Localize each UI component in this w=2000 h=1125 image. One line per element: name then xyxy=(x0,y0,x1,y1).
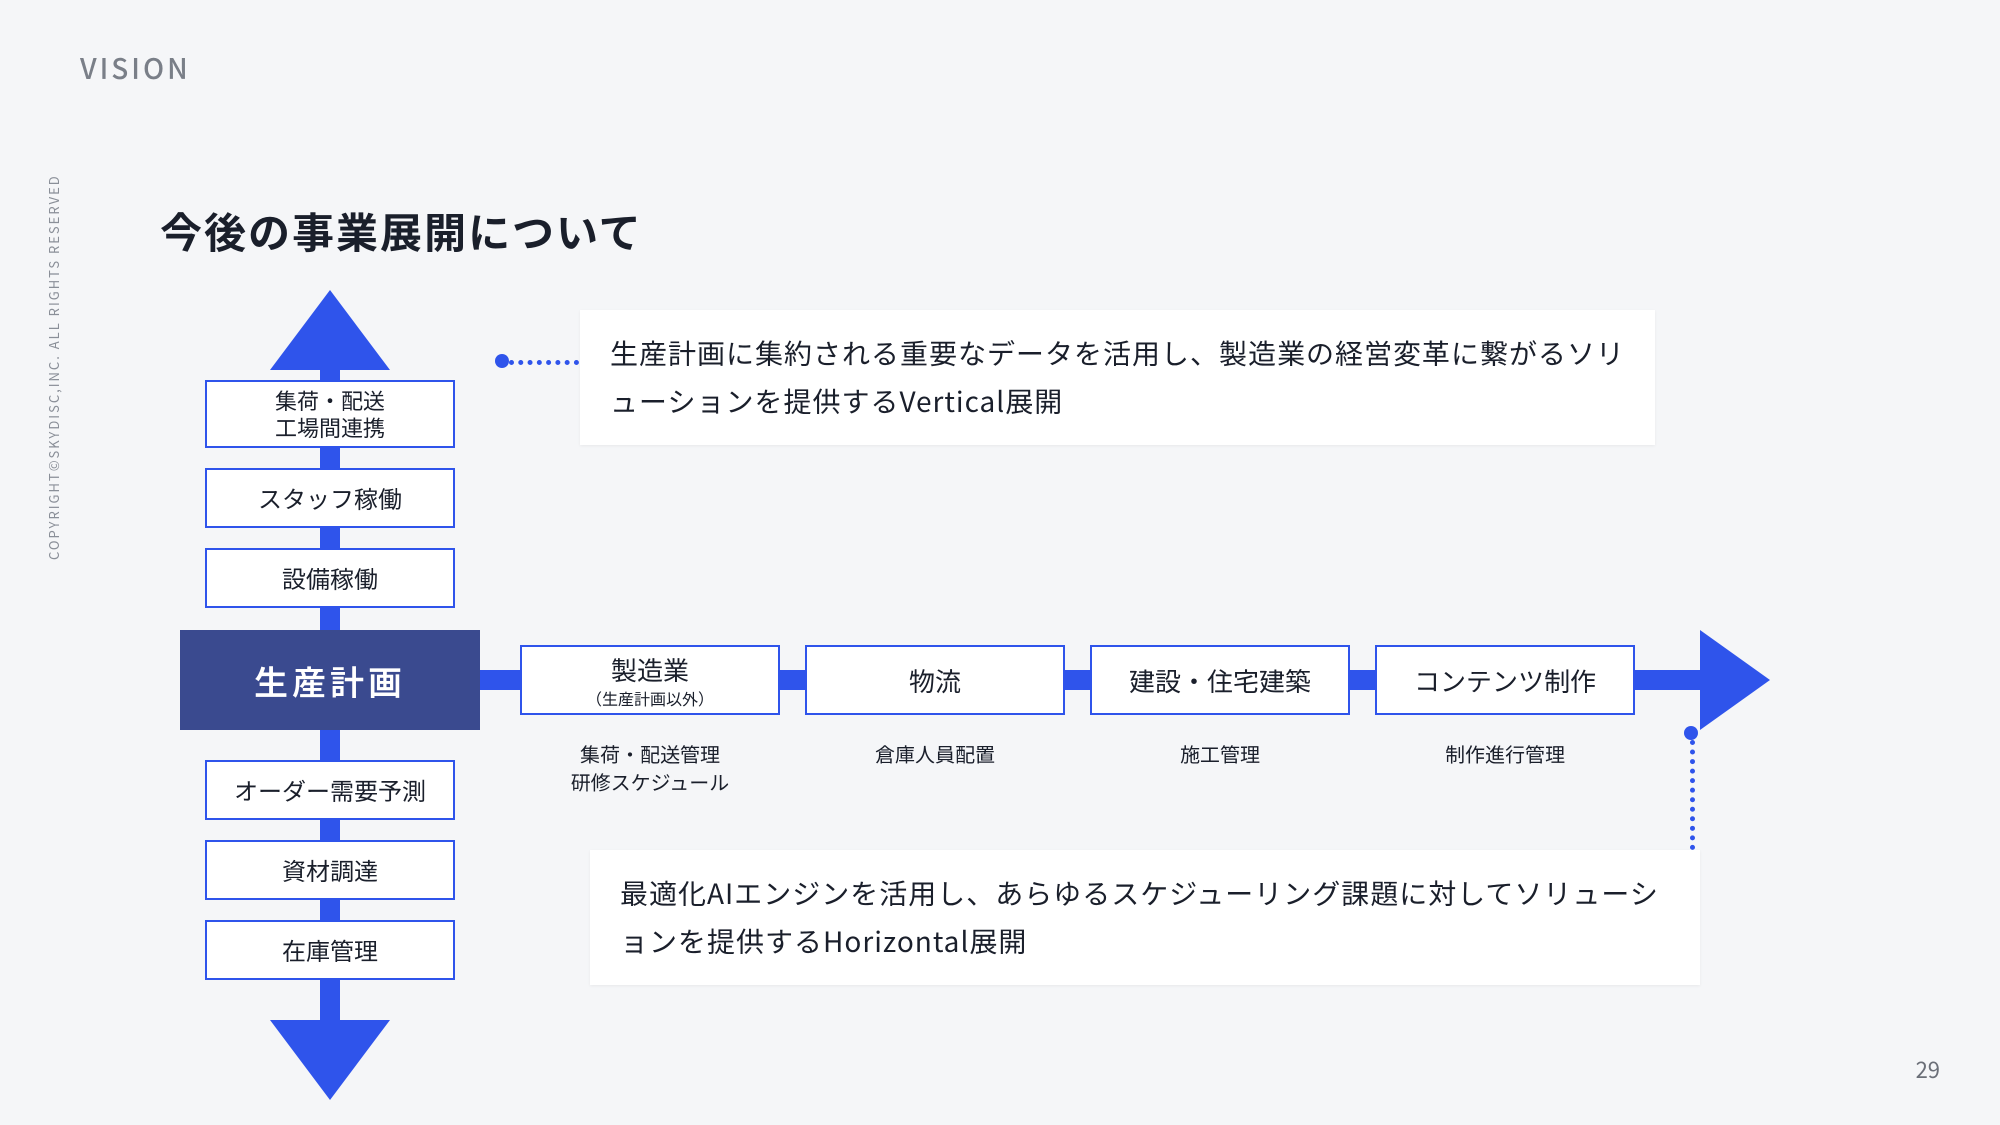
section-label: VISION xyxy=(80,48,191,88)
horizontal-box-3: コンテンツ制作 xyxy=(1375,645,1635,715)
vertical-expansion-card: 生産計画に集約される重要なデータを活用し、製造業の経営変革に繋がるソリューション… xyxy=(580,310,1655,445)
horizontal-box-2: 建設・住宅建築 xyxy=(1090,645,1350,715)
horizontal-box-1-label: 物流 xyxy=(909,662,961,699)
arrow-up-icon xyxy=(270,290,390,370)
horizontal-box-3-label: コンテンツ制作 xyxy=(1414,662,1596,699)
horizontal-box-2-label: 建設・住宅建築 xyxy=(1129,662,1311,699)
dotted-connector-bottom xyxy=(1690,740,1695,850)
core-box: 生産計画 xyxy=(180,630,480,730)
dot-icon xyxy=(495,354,509,368)
horizontal-caption-3: 制作進行管理 xyxy=(1375,740,1635,768)
horizontal-expansion-card: 最適化AIエンジンを活用し、あらゆるスケジューリング課題に対してソリューションを… xyxy=(590,850,1700,985)
page-title: 今後の事業展開について xyxy=(160,200,643,261)
vertical-box-down-2: 在庫管理 xyxy=(205,920,455,980)
horizontal-caption-2: 施工管理 xyxy=(1090,740,1350,768)
dot-icon xyxy=(1684,726,1698,740)
horizontal-caption-0: 集荷・配送管理研修スケジュール xyxy=(520,740,780,796)
horizontal-box-0-sub: （生産計画以外） xyxy=(586,686,714,710)
vertical-box-up-1: スタッフ稼働 xyxy=(205,468,455,528)
vertical-box-up-0: 集荷・配送工場間連携 xyxy=(205,380,455,448)
horizontal-box-0-label: 製造業 xyxy=(611,651,689,688)
vertical-box-down-1: 資材調達 xyxy=(205,840,455,900)
vertical-box-up-2: 設備稼働 xyxy=(205,548,455,608)
horizontal-box-0: 製造業 （生産計画以外） xyxy=(520,645,780,715)
page-number: 29 xyxy=(1916,1053,1940,1085)
arrow-down-icon xyxy=(270,1020,390,1100)
horizontal-box-1: 物流 xyxy=(805,645,1065,715)
dotted-connector-top xyxy=(509,360,579,365)
vertical-box-down-0: オーダー需要予測 xyxy=(205,760,455,820)
copyright: COPYRIGHT©SKYDISC,INC. ALL RIGHTS RESERV… xyxy=(44,174,63,560)
horizontal-caption-1: 倉庫人員配置 xyxy=(805,740,1065,768)
arrow-right-icon xyxy=(1700,630,1770,730)
